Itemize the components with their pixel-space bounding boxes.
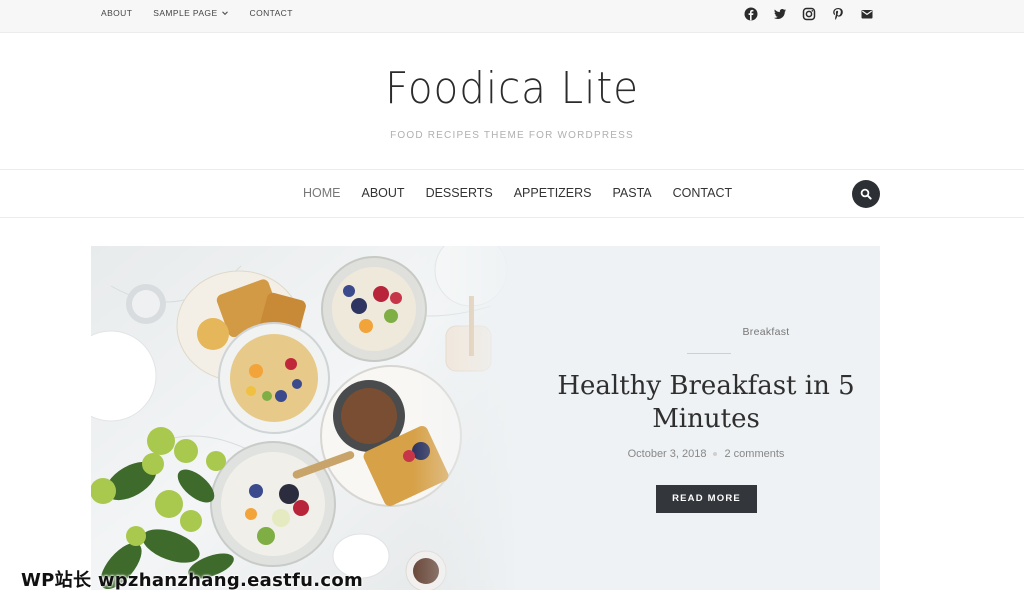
pinterest-icon[interactable] — [831, 7, 845, 21]
main-nav: HOME ABOUT DESSERTS APPETIZERS PASTA CON… — [0, 170, 1024, 218]
site-tagline: FOOD RECIPES THEME FOR WORDPRESS — [390, 130, 634, 141]
top-nav-about[interactable]: ABOUT — [101, 8, 132, 18]
featured-image[interactable] — [91, 246, 521, 590]
meta-separator — [713, 452, 718, 457]
post-comments[interactable]: 2 comments — [724, 448, 784, 460]
site-header: Foodica Lite FOOD RECIPES THEME FOR WORD… — [0, 33, 1024, 170]
search-button[interactable] — [852, 180, 880, 208]
facebook-icon[interactable] — [744, 7, 758, 21]
top-nav-about-label: ABOUT — [101, 8, 133, 18]
nav-item-about[interactable]: ABOUT — [362, 186, 405, 200]
top-nav-contact-label: CONTACT — [249, 8, 293, 18]
featured-post: Breakfast Healthy Breakfast in 5 Minutes… — [91, 246, 880, 590]
nav-item-appetizers[interactable]: APPETIZERS — [514, 186, 592, 200]
nav-item-pasta[interactable]: PASTA — [613, 186, 652, 200]
post-meta: October 3, 2018 2 comments — [599, 448, 813, 460]
instagram-icon[interactable] — [802, 7, 816, 21]
top-nav-sample-page-label: SAMPLE PAGE — [153, 8, 218, 18]
post-title[interactable]: Healthy Breakfast in 5 Minutes — [539, 370, 873, 436]
top-nav: ABOUT SAMPLE PAGE CONTACT — [101, 8, 314, 18]
site-title[interactable]: Foodica Lite — [41, 63, 983, 114]
top-bar: ABOUT SAMPLE PAGE CONTACT — [0, 0, 1024, 33]
post-date[interactable]: October 3, 2018 — [628, 448, 707, 460]
nav-item-desserts[interactable]: DESSERTS — [426, 186, 493, 200]
read-more-button[interactable]: READ MORE — [656, 485, 757, 513]
top-nav-sample-page[interactable]: SAMPLE PAGE — [153, 8, 228, 18]
watermark: WP站长 wpzhanzhang.eastfu.com — [21, 570, 364, 591]
nav-item-contact[interactable]: CONTACT — [673, 186, 733, 200]
category-divider — [687, 353, 731, 354]
top-nav-contact[interactable]: CONTACT — [250, 8, 293, 18]
twitter-icon[interactable] — [773, 7, 787, 21]
social-links — [744, 7, 874, 21]
post-category[interactable]: Breakfast — [651, 326, 880, 338]
main-menu: HOME ABOUT DESSERTS APPETIZERS PASTA CON… — [303, 186, 753, 200]
chevron-down-icon — [221, 11, 228, 16]
nav-item-home[interactable]: HOME — [303, 186, 341, 200]
mail-icon[interactable] — [860, 7, 874, 21]
search-icon — [860, 188, 872, 200]
